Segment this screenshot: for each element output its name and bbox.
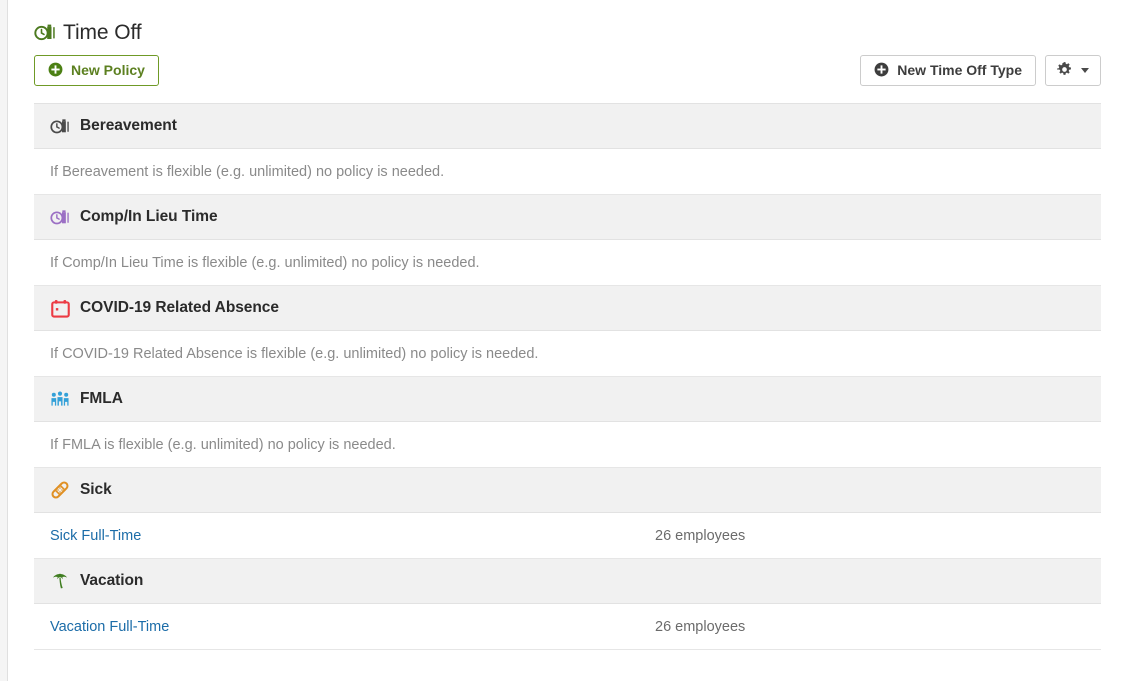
toolbar-left: New Policy [34, 54, 159, 86]
policy-employee-count: 26 employees [655, 618, 746, 635]
palm-tree-icon [50, 571, 70, 591]
settings-dropdown-button[interactable] [1045, 54, 1101, 86]
group-title: Vacation [80, 572, 144, 589]
new-time-off-type-label: New Time Off Type [897, 62, 1022, 78]
group-header-covid-19-related-absence[interactable]: COVID-19 Related Absence [34, 286, 1101, 331]
left-rail [0, 0, 8, 681]
group-note: If Comp/In Lieu Time is flexible (e.g. u… [50, 254, 480, 271]
calendar-icon [50, 298, 70, 318]
group-header-vacation[interactable]: Vacation [34, 559, 1101, 604]
group-header-sick[interactable]: Sick [34, 468, 1101, 513]
page-header: Time Off [8, 0, 1127, 46]
group-header-bereavement[interactable]: Bereavement [34, 104, 1101, 149]
new-time-off-type-button[interactable]: New Time Off Type [860, 54, 1036, 86]
group-note-row: If Comp/In Lieu Time is flexible (e.g. u… [34, 240, 1101, 286]
time-off-type-list: Bereavement If Bereavement is flexible (… [34, 103, 1101, 650]
group-title: FMLA [80, 390, 123, 407]
group-title: Bereavement [80, 117, 177, 134]
policy-link[interactable]: Vacation Full-Time [50, 619, 655, 635]
plus-circle-icon [874, 62, 889, 79]
group-title: Sick [80, 481, 112, 498]
policy-employee-count: 26 employees [655, 527, 746, 544]
people-group-icon [50, 389, 70, 409]
group-note-row: If FMLA is flexible (e.g. unlimited) no … [34, 422, 1101, 468]
group-note: If COVID-19 Related Absence is flexible … [50, 345, 539, 362]
policy-link[interactable]: Sick Full-Time [50, 528, 655, 544]
clock-icon [50, 207, 70, 227]
toolbar: New Policy New Time Off Type [8, 46, 1127, 94]
group-title: COVID-19 Related Absence [80, 299, 279, 316]
group-note-row: If Bereavement is flexible (e.g. unlimit… [34, 149, 1101, 195]
policy-row: Sick Full-Time 26 employees [34, 513, 1101, 559]
clock-icon [50, 116, 70, 136]
group-note: If FMLA is flexible (e.g. unlimited) no … [50, 436, 396, 453]
group-note: If Bereavement is flexible (e.g. unlimit… [50, 163, 445, 180]
gear-icon [1057, 61, 1072, 79]
group-header-fmla[interactable]: FMLA [34, 377, 1101, 422]
plus-circle-icon [48, 62, 63, 79]
group-header-comp-in-lieu-time[interactable]: Comp/In Lieu Time [34, 195, 1101, 240]
page-title: Time Off [63, 20, 142, 44]
new-policy-label: New Policy [71, 62, 145, 78]
time-off-page: Time Off New Policy New Time Off Type Be… [0, 0, 1127, 681]
toolbar-right: New Time Off Type [860, 54, 1101, 86]
group-title: Comp/In Lieu Time [80, 208, 218, 225]
page-content: Time Off New Policy New Time Off Type Be… [8, 0, 1127, 681]
group-note-row: If COVID-19 Related Absence is flexible … [34, 331, 1101, 377]
new-policy-button[interactable]: New Policy [34, 54, 159, 86]
policy-row: Vacation Full-Time 26 employees [34, 604, 1101, 650]
bandage-icon [50, 480, 70, 500]
chevron-down-icon [1081, 67, 1089, 73]
time-off-clock-icon [34, 22, 56, 42]
